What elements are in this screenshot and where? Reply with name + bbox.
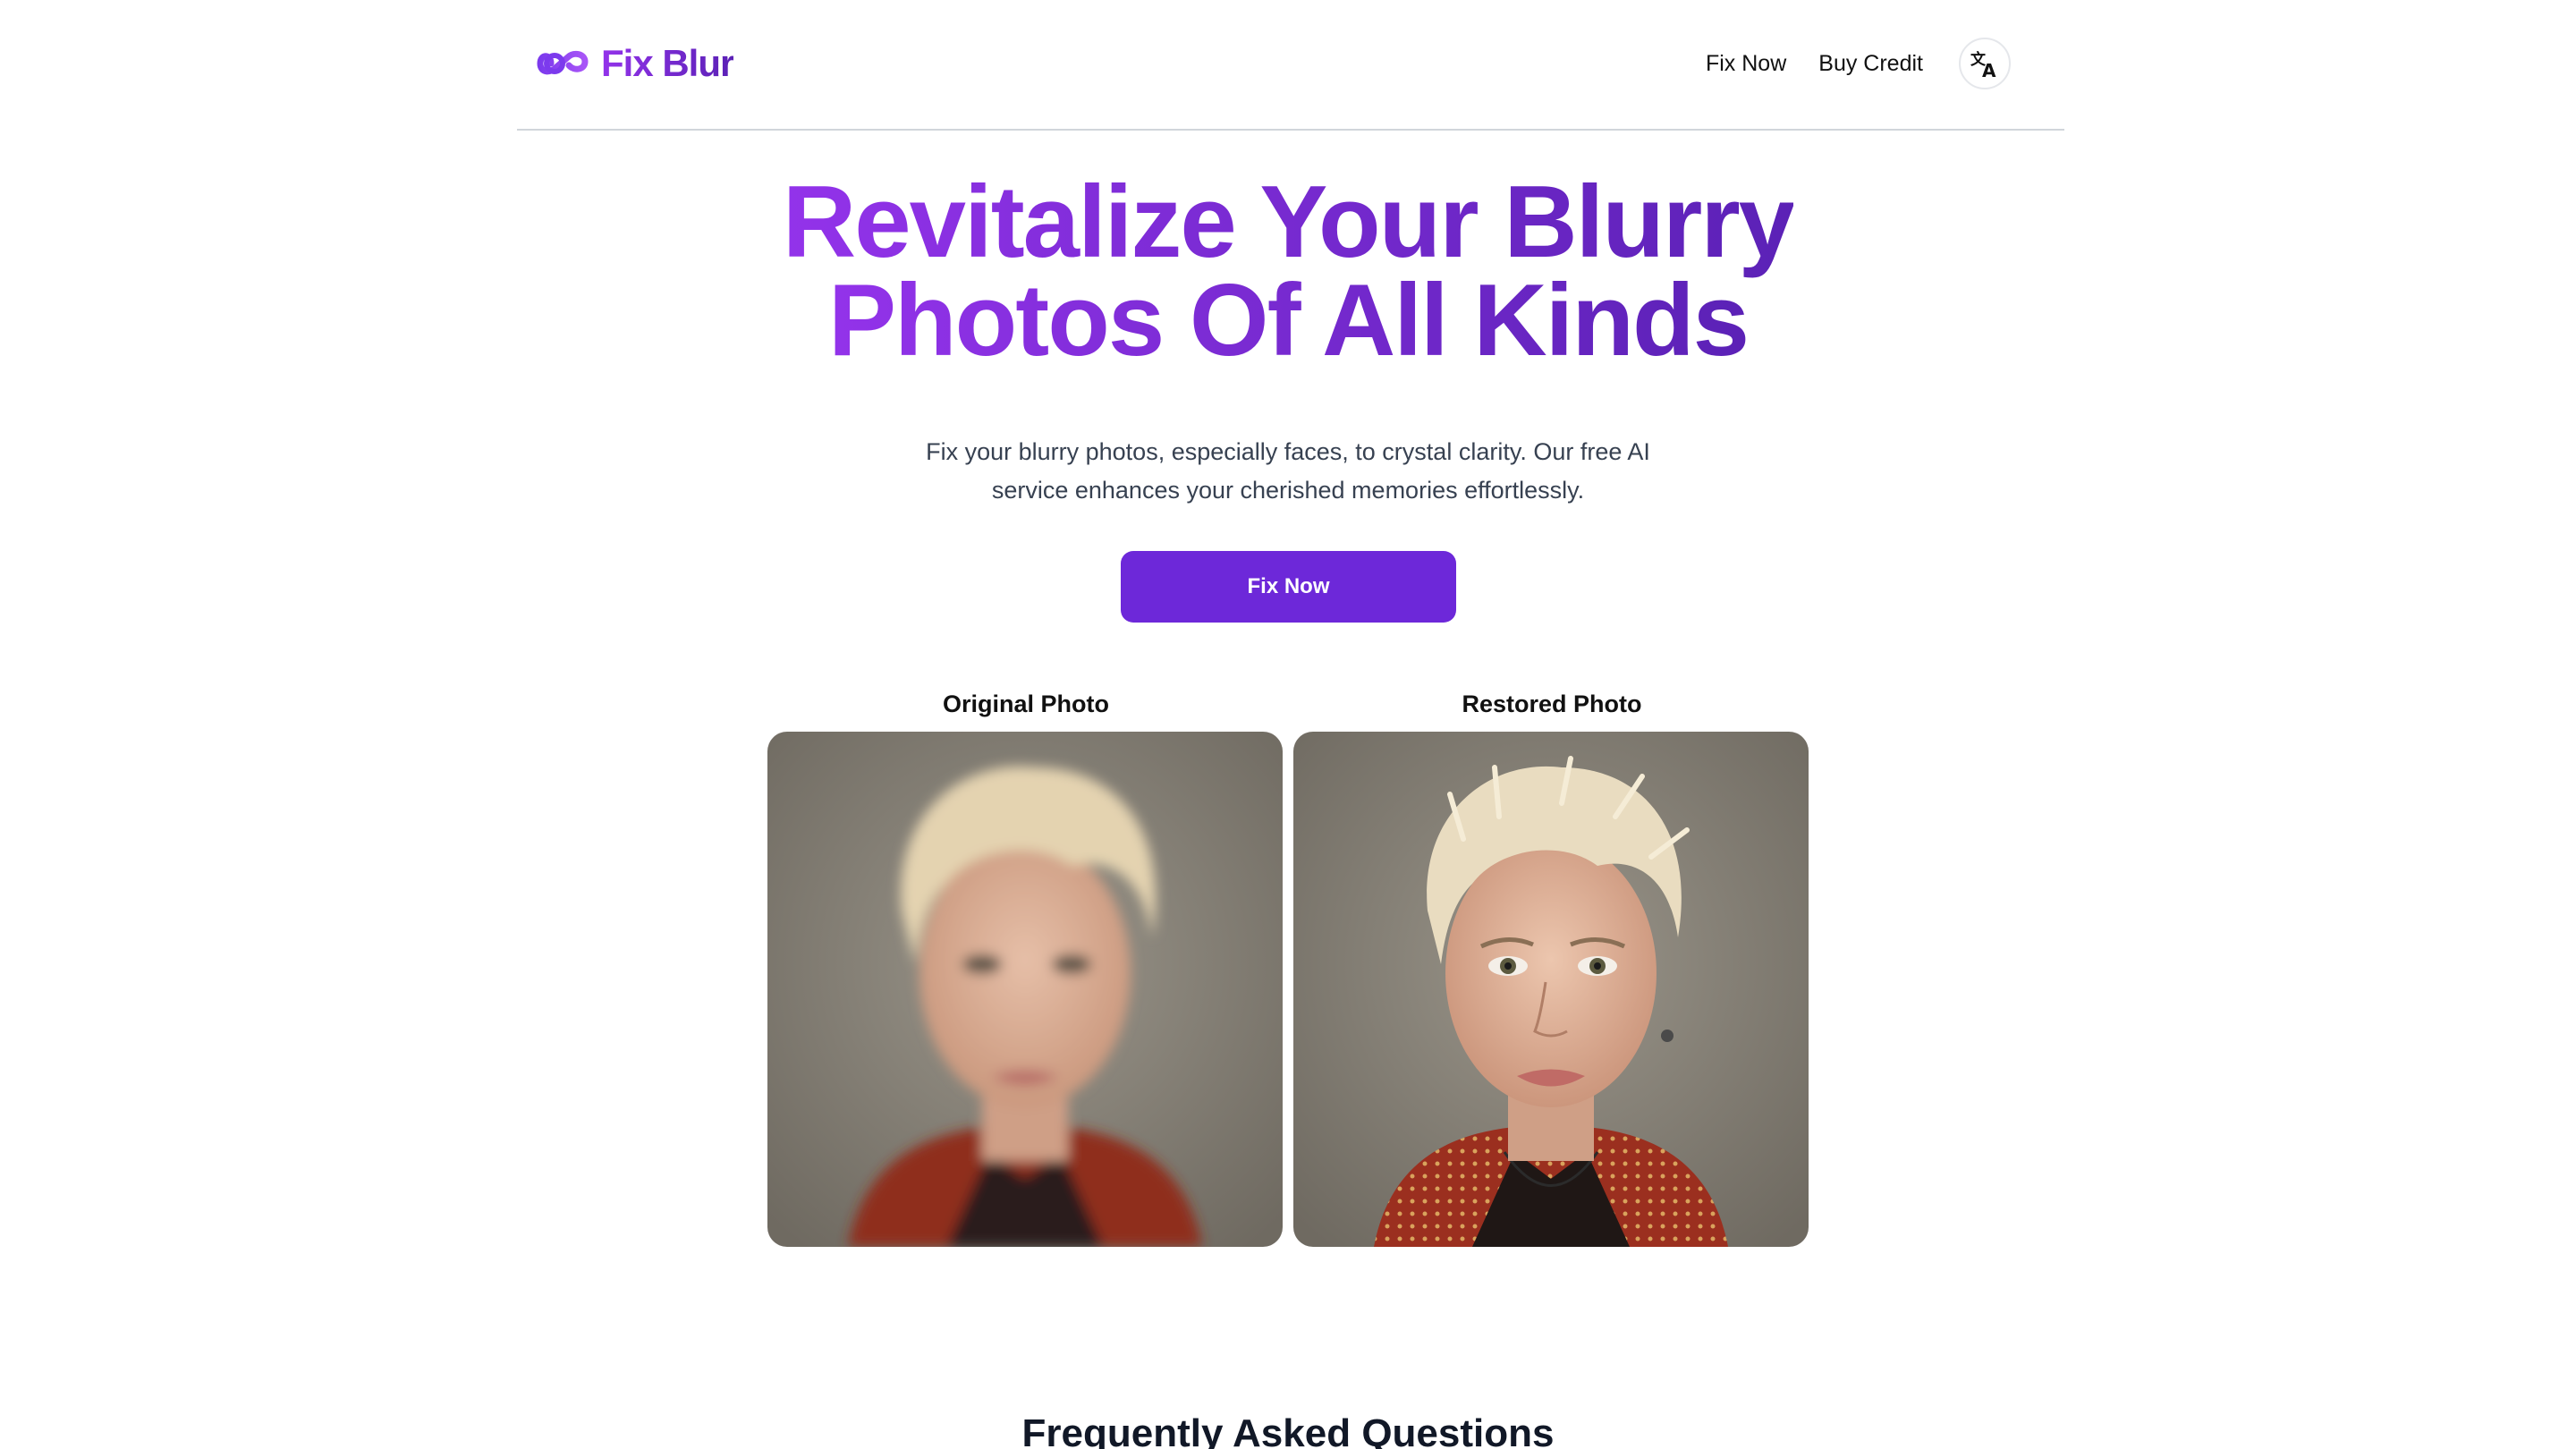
- infinity-logo-icon: [537, 50, 589, 75]
- fix-now-cta-button[interactable]: Fix Now: [1121, 551, 1456, 623]
- restored-photo-label: Restored Photo: [1462, 691, 1642, 717]
- hero-title-line-2: Photos Of All Kinds: [827, 264, 1750, 377]
- nav-fix-now-link[interactable]: Fix Now: [1706, 51, 1786, 77]
- hero-title: Revitalize Your Blurry Photos Of All Kin…: [0, 172, 2576, 372]
- hero-title-line-1: Revitalize Your Blurry: [782, 165, 1795, 279]
- page: Fix Blur Fix Now Buy Credit 文 A Revitali…: [0, 0, 2576, 1449]
- svg-text:A: A: [1982, 60, 1996, 80]
- hero-subtitle: Fix your blurry photos, especially faces…: [926, 438, 1650, 504]
- site-header: Fix Blur Fix Now Buy Credit 文 A: [517, 0, 2064, 131]
- brand-name: Fix Blur: [601, 42, 734, 84]
- original-photo: [767, 732, 1283, 1247]
- restored-photo: [1293, 732, 1809, 1247]
- nav-buy-credit-link[interactable]: Buy Credit: [1818, 51, 1923, 77]
- brand-logo[interactable]: Fix Blur: [537, 41, 734, 86]
- faq-title: Frequently Asked Questions: [1021, 1411, 1555, 1449]
- original-photo-label: Original Photo: [943, 691, 1109, 717]
- main-nav: Fix Now Buy Credit 文 A: [1706, 36, 2011, 91]
- translate-icon: 文 A: [1970, 50, 1996, 80]
- language-switch-button[interactable]: 文 A: [1959, 38, 2011, 89]
